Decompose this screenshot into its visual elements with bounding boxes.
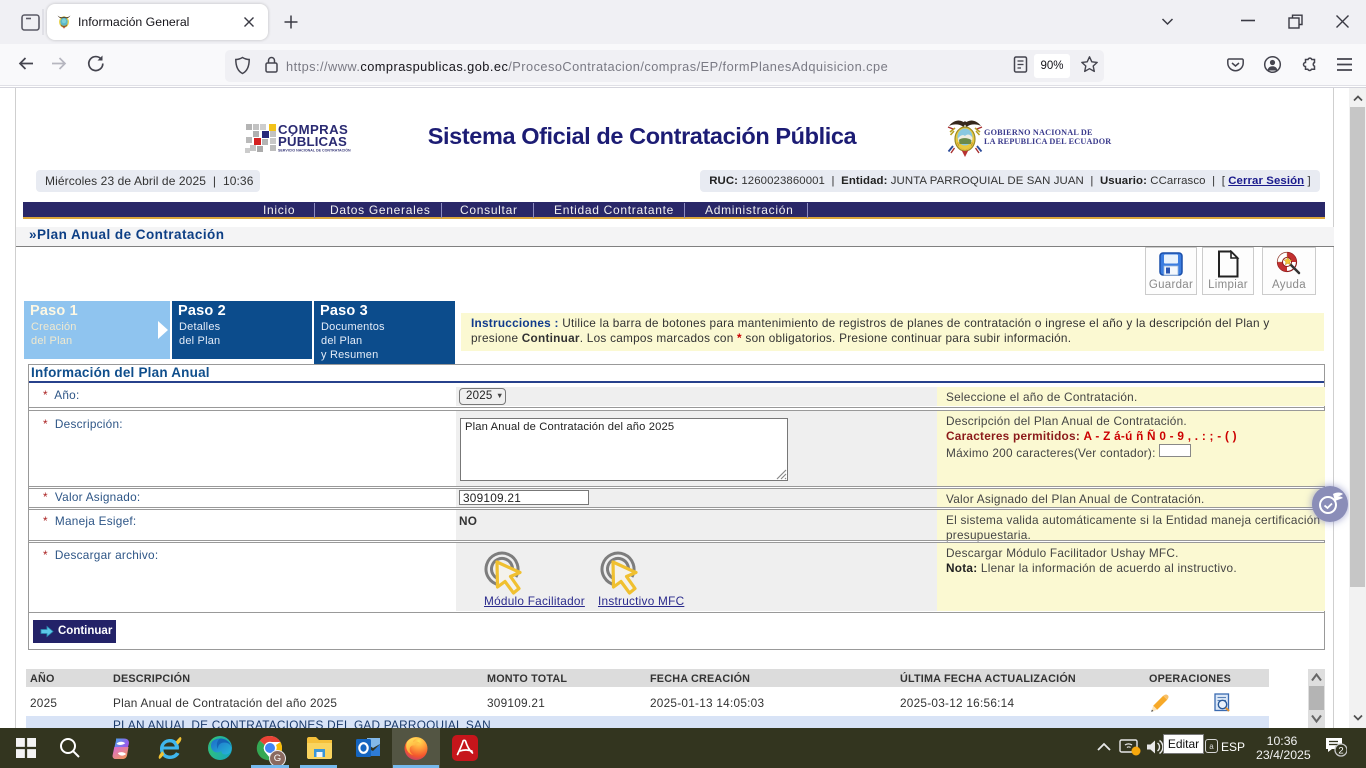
svg-text:SERVICIO NACIONAL DE CONTRATAC: SERVICIO NACIONAL DE CONTRATACIÓN PÚBLIC… xyxy=(278,148,351,153)
svg-text:PÚBLICAS: PÚBLICAS xyxy=(278,134,347,149)
svg-text:2: 2 xyxy=(1338,746,1343,757)
